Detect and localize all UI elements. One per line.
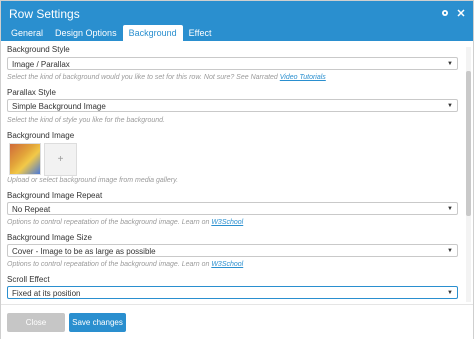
tab-effect[interactable]: Effect <box>183 25 218 41</box>
tab-background[interactable]: Background <box>122 25 183 41</box>
video-tutorials-link[interactable]: Video Tutorials <box>280 74 326 81</box>
caret-down-icon: ▼ <box>447 61 453 67</box>
background-image-repeat-select[interactable]: No Repeat ▼ <box>7 202 458 215</box>
plus-icon: + <box>57 154 64 165</box>
row-settings-modal: Row Settings General Design Options Back… <box>0 0 474 340</box>
background-style-desc-text: Select the kind of background would you … <box>7 74 280 81</box>
background-image-size-desc: Options to control repeatation of the ba… <box>7 261 243 268</box>
background-image-repeat-value: No Repeat <box>12 205 51 214</box>
tab-general[interactable]: General <box>5 25 49 41</box>
gear-icon[interactable] <box>439 7 451 19</box>
settings-body: Background Style Image / Parallax ▼ Sele… <box>1 41 465 304</box>
tab-design-options[interactable]: Design Options <box>49 25 123 41</box>
background-image-label: Background Image <box>7 131 75 140</box>
header-icons <box>439 7 467 19</box>
modal-footer: Close Save changes <box>1 304 473 340</box>
background-image-repeat-desc: Options to control repeatation of the ba… <box>7 219 243 226</box>
caret-down-icon: ▼ <box>447 290 453 296</box>
background-image-desc: Upload or select background image from m… <box>7 177 179 184</box>
caret-down-icon: ▼ <box>447 103 453 109</box>
scroll-effect-label: Scroll Effect <box>7 275 50 284</box>
w3school-link[interactable]: W3School <box>211 261 243 268</box>
background-image-repeat-label: Background Image Repeat <box>7 191 103 200</box>
add-image-button[interactable]: + <box>44 143 77 176</box>
caret-down-icon: ▼ <box>447 248 453 254</box>
modal-title: Row Settings <box>9 7 80 21</box>
background-image-repeat-desc-text: Options to control repeatation of the ba… <box>7 219 212 226</box>
parallax-style-value: Simple Background Image <box>12 102 106 111</box>
scroll-effect-value: Fixed at its position <box>12 289 81 298</box>
background-style-select[interactable]: Image / Parallax ▼ <box>7 57 458 70</box>
background-image-thumbnail[interactable] <box>9 143 41 175</box>
scrollbar-thumb[interactable] <box>466 71 471 216</box>
caret-down-icon: ▼ <box>447 206 453 212</box>
modal-header: Row Settings General Design Options Back… <box>1 1 473 41</box>
background-image-size-desc-text: Options to control repeatation of the ba… <box>7 261 212 268</box>
close-button[interactable]: Close <box>7 313 65 332</box>
background-style-desc: Select the kind of background would you … <box>7 74 326 81</box>
background-image-size-select[interactable]: Cover - Image to be as large as possible… <box>7 244 458 257</box>
parallax-style-select[interactable]: Simple Background Image ▼ <box>7 99 458 112</box>
background-style-label: Background Style <box>7 45 70 54</box>
parallax-style-desc: Select the kind of style you like for th… <box>7 117 165 124</box>
parallax-style-label: Parallax Style <box>7 88 56 97</box>
background-image-size-label: Background Image Size <box>7 233 92 242</box>
w3school-link[interactable]: W3School <box>211 219 243 226</box>
tab-bar: General Design Options Background Effect <box>5 25 217 41</box>
scroll-effect-select[interactable]: Fixed at its position ▼ <box>7 286 458 299</box>
close-icon[interactable] <box>455 7 467 19</box>
background-style-value: Image / Parallax <box>12 60 70 69</box>
save-changes-button[interactable]: Save changes <box>69 313 126 332</box>
background-image-size-value: Cover - Image to be as large as possible <box>12 247 156 256</box>
